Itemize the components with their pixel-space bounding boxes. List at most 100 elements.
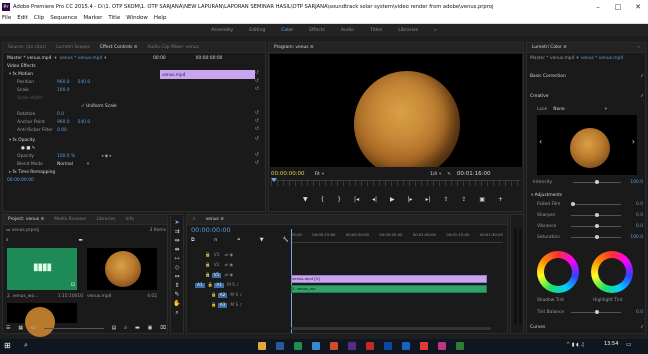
mark-in-icon[interactable]: { [321,196,325,203]
quality-dropdown[interactable]: 1/4 [430,172,437,177]
voiceover-mic-icon[interactable]: ♪ [240,303,243,308]
program-timecode[interactable]: 00:00:00:00 [271,171,305,177]
notification-icon[interactable]: ▭ [626,341,632,348]
track-name-a3[interactable]: A3 [217,302,228,308]
acrobat-icon[interactable] [420,342,428,350]
menu-sequence[interactable]: Sequence [50,15,77,21]
maximize-button[interactable]: □ [608,3,628,11]
sequence-clip-selector[interactable]: venus * venus.mp4 [60,56,103,61]
program-video-frame[interactable] [270,54,522,167]
new-bin-icon[interactable]: ▬ [135,325,140,331]
keyframe-nav-icon[interactable]: ◂ ◆ ▸ [101,154,112,159]
voiceover-mic-icon[interactable]: ♪ [240,293,243,298]
track-name-v2[interactable]: V2 [212,263,222,268]
word-icon[interactable] [384,342,392,350]
minimize-button[interactable]: – [588,3,608,11]
automate-icon[interactable]: ▤ [112,325,117,331]
list-view-icon[interactable]: ☰ [6,325,10,331]
timeline-scrollbar[interactable] [291,327,491,330]
tab-info[interactable]: Info [120,217,138,222]
basic-correction-section[interactable]: Basic Correction ✓ [530,72,644,80]
menu-clip[interactable]: Clip [34,15,44,21]
nest-sequence-icon[interactable]: ⧉ [191,237,195,243]
zoom-slider[interactable] [43,327,104,329]
track-lock-icon[interactable]: 🔒 [211,303,218,308]
app-icon-blue[interactable] [402,342,410,350]
workspace-assembly[interactable]: Assembly [211,28,233,33]
lift-icon[interactable]: ⇧ [443,196,448,203]
chrome-icon[interactable] [330,342,338,350]
tab-project[interactable]: Project: venus ≡ [3,217,49,222]
program-scrubber[interactable] [271,180,521,186]
project-item-partial[interactable] [7,303,77,337]
anchor-x-value[interactable]: 960.0 [57,120,70,125]
section-enable-checkbox[interactable]: ✓ [640,325,644,330]
zoom-tool-icon[interactable]: ⌕ [175,309,178,317]
add-marker-icon[interactable]: ▼ [260,237,264,243]
bin-folder-icon[interactable]: ▬ [78,238,82,243]
snap-icon[interactable]: ∩ [214,237,218,243]
reset-icon[interactable]: ↺ [255,86,259,92]
track-lock-icon[interactable]: 🔒 [205,263,212,268]
wrench-icon[interactable]: ✎ [447,172,451,177]
edge-icon[interactable] [312,342,320,350]
time-remapping-row[interactable]: ▸ fx Time Remapping [9,168,55,176]
reset-icon[interactable]: ↺ [255,118,259,124]
fit-dropdown[interactable]: Fit [315,172,320,177]
opacity-value[interactable]: 100.0 % [57,154,75,159]
rotation-value[interactable]: 0.0 [57,112,64,117]
find-icon[interactable]: ⌕ [124,325,127,331]
track-select-tool-icon[interactable]: ⇉ [174,228,179,235]
track-name-v3[interactable]: V3 [212,253,222,258]
tint-balance-slider[interactable] [571,309,621,314]
track-name-a1[interactable]: A1 [214,282,225,288]
scale-value[interactable]: 100.0 [57,88,70,93]
anchor-y-value[interactable]: 540.0 [78,120,91,125]
track-name-v1[interactable]: V1 [211,272,222,278]
go-to-out-icon[interactable]: ▸| [426,196,431,203]
workspace-color[interactable]: Color [281,28,293,33]
saturation-value[interactable]: 100.0 [630,235,643,240]
intensity-slider[interactable] [573,179,621,184]
file-explorer-icon[interactable] [258,342,266,350]
step-back-icon[interactable]: ◂| [372,196,377,203]
project-item-video[interactable] [87,248,157,290]
delete-icon[interactable]: ⌧ [160,325,166,331]
lumetri-master-clip[interactable]: Master * venus.mp4 [530,56,574,61]
close-button[interactable]: ✕ [628,3,648,11]
look-preview[interactable]: ‹ › [537,115,637,175]
track-lock-icon[interactable]: 🔒 [211,293,218,298]
tab-source[interactable]: Source: (no clips) [3,45,51,50]
reset-icon[interactable]: ↺ [255,70,259,76]
workspace-effects[interactable]: Effects [309,28,325,33]
highlight-tint-wheel[interactable] [591,251,633,293]
position-y-value[interactable]: 540.0 [78,80,91,85]
ripple-edit-tool-icon[interactable]: ⇹ [174,237,179,244]
search-icon[interactable]: ⌕ [6,237,8,243]
app-icon-pink[interactable] [438,342,446,350]
ec-bottom-timecode[interactable]: 00:00:00:00 [7,178,34,183]
motion-effect-row[interactable]: ▾ fx Motion [9,70,33,78]
new-item-icon[interactable]: ▣ [148,325,153,331]
menu-title[interactable]: Title [108,15,120,21]
add-marker-icon[interactable]: ▼ [303,196,308,203]
menu-edit[interactable]: Edit [17,15,28,21]
previous-look-icon[interactable]: ‹ [539,137,542,146]
next-look-icon[interactable]: › [632,137,635,146]
clock-time[interactable]: 13:54 [604,341,618,347]
master-clip-selector[interactable]: Master * venus.mp4 [7,56,51,61]
freeform-view-icon[interactable]: ▭ [31,325,36,331]
timeline-settings-icon[interactable]: 🔧 [283,237,289,243]
tint-balance-value[interactable]: 0.0 [636,310,643,315]
linked-selection-icon[interactable]: ⚭ [236,237,240,243]
blend-mode-dropdown[interactable]: Normal [57,162,73,167]
voiceover-mic-icon[interactable]: ♪ [236,283,239,288]
windows-start-icon[interactable]: ⊞ [4,341,11,350]
adjustments-heading[interactable]: ▾ Adjustments [531,191,562,199]
razor-tool-icon[interactable]: ◇ [175,264,180,271]
tab-media-browser[interactable]: Media Browser [49,217,91,222]
mark-out-icon[interactable]: } [337,196,341,203]
workspace-libraries[interactable]: Libraries [398,28,418,33]
tab-libraries[interactable]: Libraries [92,217,121,222]
saturation-slider[interactable] [571,234,621,239]
